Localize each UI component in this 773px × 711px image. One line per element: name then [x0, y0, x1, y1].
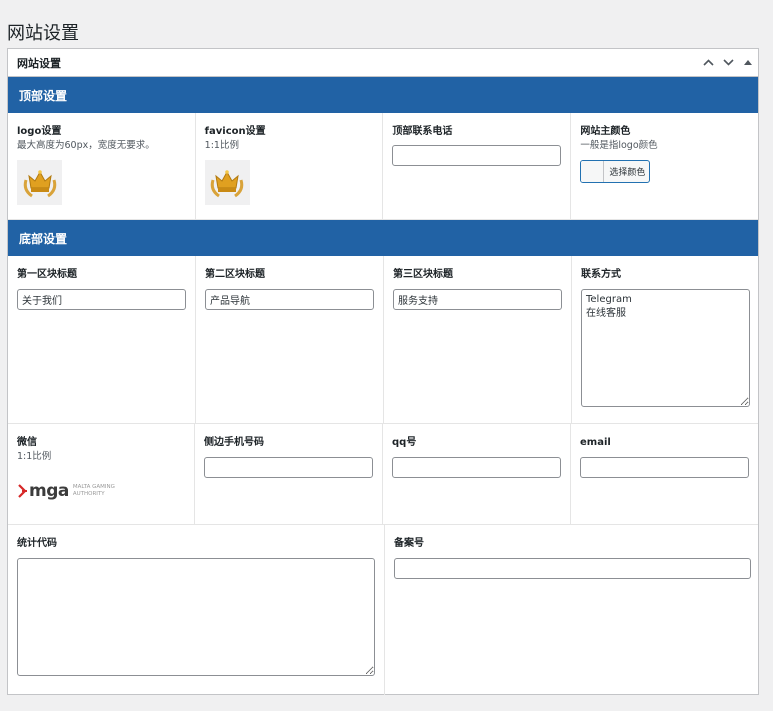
main-color-label: 网站主颜色	[580, 126, 631, 137]
color-swatch	[581, 161, 605, 182]
favicon-field: favicon设置 1:1比例	[196, 113, 384, 219]
block2-input[interactable]	[205, 289, 374, 310]
page-title: 网站设置	[7, 23, 79, 45]
toggle-panel-button[interactable]	[738, 49, 758, 77]
chevron-down-icon	[722, 59, 734, 66]
icp-input[interactable]	[394, 558, 751, 579]
qq-label: qq号	[392, 437, 417, 448]
block1-field: 第一区块标题	[8, 256, 196, 423]
logo-field: logo设置 最大高度为60px，宽度无要求。	[8, 113, 196, 219]
logo-label: logo设置	[17, 126, 62, 137]
contact-textarea[interactable]: Telegram 在线客服	[581, 289, 750, 407]
icp-label: 备案号	[394, 538, 424, 549]
caret-up-icon	[744, 59, 752, 65]
block2-field: 第二区块标题	[196, 256, 384, 423]
top-phone-label: 顶部联系电话	[392, 126, 453, 137]
block3-field: 第三区块标题	[384, 256, 572, 423]
logo-upload-thumb[interactable]	[17, 160, 62, 205]
top-phone-field: 顶部联系电话	[383, 113, 572, 219]
header-settings-row: logo设置 最大高度为60px，宽度无要求。 favicon设置 1:1比例	[8, 113, 758, 220]
footer-contacts-row: 微信 1:1比例 mga MALTA GAMING AUTHORITY 侧边手机…	[8, 424, 758, 525]
move-up-button[interactable]	[698, 49, 718, 77]
top-phone-input[interactable]	[392, 145, 562, 166]
stats-code-field: 统计代码	[8, 525, 385, 695]
email-field: email	[571, 424, 758, 524]
select-color-label: 选择颜色	[609, 168, 646, 178]
icp-field: 备案号	[385, 525, 760, 695]
favicon-upload-thumb[interactable]	[204, 160, 250, 205]
crown-favicon-icon	[210, 169, 244, 197]
side-phone-input[interactable]	[204, 457, 373, 478]
block2-label: 第二区块标题	[205, 269, 265, 280]
settings-postbox: 网站设置 顶部设置 logo设置 最大高度为60px，宽度无要求。 favico…	[7, 48, 759, 695]
stats-code-label: 统计代码	[17, 538, 57, 549]
mga-logo-sub1: MALTA GAMING	[72, 484, 115, 490]
mga-logo-subtitle: MALTA GAMING AUTHORITY	[73, 484, 115, 498]
footer-section-bar: 底部设置	[8, 220, 758, 256]
block1-input[interactable]	[17, 289, 186, 310]
main-color-desc: 一般是指logo颜色	[580, 140, 658, 151]
block3-label: 第三区块标题	[393, 269, 453, 280]
header-section-bar: 顶部设置	[8, 77, 758, 113]
wechat-desc: 1:1比例	[17, 451, 52, 462]
handle-actions	[698, 49, 758, 77]
qq-field: qq号	[383, 424, 571, 524]
mga-logo-text: mga	[29, 481, 69, 501]
favicon-label: favicon设置	[204, 126, 266, 137]
footer-blocks-row: 第一区块标题 第二区块标题 第三区块标题 联系方式 Telegram 在线客服	[8, 256, 758, 424]
stats-code-textarea[interactable]	[17, 558, 375, 676]
side-phone-field: 侧边手机号码	[195, 424, 383, 524]
wechat-qr-thumb[interactable]: mga MALTA GAMING AUTHORITY	[17, 480, 185, 502]
postbox-header: 网站设置	[8, 49, 758, 77]
footer-misc-row: 统计代码 备案号	[8, 525, 758, 695]
email-label: email	[580, 437, 611, 448]
crown-logo-icon	[23, 169, 56, 197]
move-down-button[interactable]	[718, 49, 738, 77]
block3-input[interactable]	[393, 289, 562, 310]
logo-desc: 最大高度为60px，宽度无要求。	[17, 140, 155, 151]
wechat-label: 微信	[17, 437, 37, 448]
postbox-title: 网站设置	[17, 56, 61, 70]
wechat-field: 微信 1:1比例 mga MALTA GAMING AUTHORITY	[8, 424, 195, 524]
select-color-button[interactable]: 选择颜色	[580, 160, 651, 183]
contact-label: 联系方式	[581, 269, 621, 280]
chevron-up-icon	[702, 59, 714, 66]
side-phone-label: 侧边手机号码	[204, 437, 264, 448]
block1-label: 第一区块标题	[17, 269, 77, 280]
qq-input[interactable]	[392, 457, 561, 478]
favicon-desc: 1:1比例	[204, 140, 239, 151]
main-color-field: 网站主颜色 一般是指logo颜色 选择颜色	[571, 113, 758, 219]
mga-logo-sub2: AUTHORITY	[72, 491, 105, 497]
email-input[interactable]	[580, 457, 749, 478]
contact-field: 联系方式 Telegram 在线客服	[572, 256, 759, 423]
